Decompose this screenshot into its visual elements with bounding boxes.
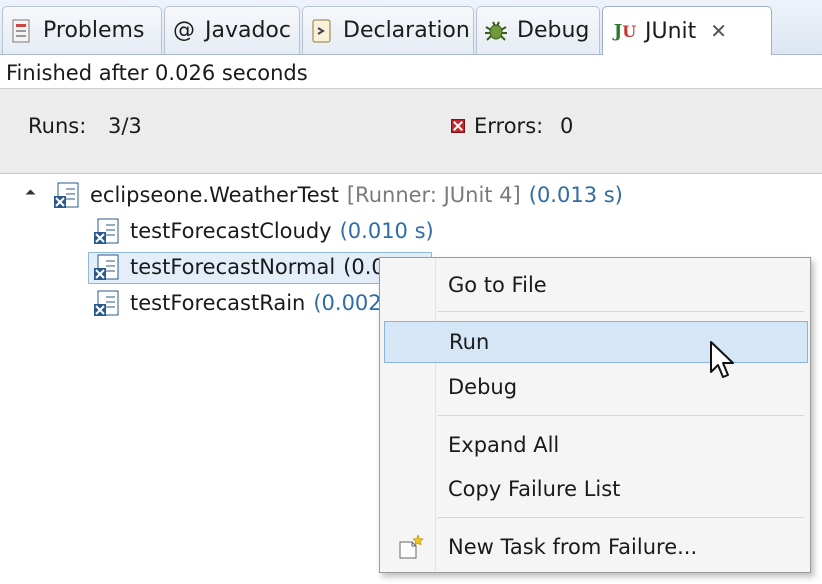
context-menu: Go to File Run Debug Expand All Copy Fai… [379,257,811,573]
tab-debug[interactable]: Debug [476,6,600,54]
tab-label: Declaration [343,18,470,43]
menu-separator [438,517,804,518]
runs-value: 3/3 [108,114,142,138]
declaration-icon [309,17,335,45]
menu-item-copy-failure-list[interactable]: Copy Failure List [380,468,810,510]
tab-junit[interactable]: JU JUnit ✕ [602,6,772,55]
errors-label: Errors: [474,114,544,138]
bug-icon [483,17,509,45]
tab-label: Debug [517,18,590,43]
counter-panel: Runs: 3/3 Errors: 0 [0,88,822,174]
menu-item-new-task-from-failure[interactable]: New Task from Failure... [380,526,810,568]
menu-separator [438,415,804,416]
error-icon [451,119,465,133]
test-time: (0.002 [313,291,382,315]
menu-item-label: Expand All [448,433,560,457]
menu-item-run[interactable]: Run [384,321,808,363]
tab-label: Javadoc [205,18,291,43]
menu-item-debug[interactable]: Debug [380,366,810,408]
runner-label: [Runner: JUnit 4] [346,183,521,207]
menu-item-label: Copy Failure List [448,477,621,501]
mouse-pointer-icon [708,340,738,386]
tab-label: Problems [43,18,145,43]
test-name: testForecastNormal [130,255,336,279]
suite-time: (0.013 s) [528,183,623,207]
menu-item-expand-all[interactable]: Expand All [380,424,810,466]
tree-test-node-selected[interactable]: testForecastNormal (0.0 [92,252,385,282]
tree-test-node[interactable]: testForecastRain (0.002 [92,288,382,318]
menu-item-label: New Task from Failure... [448,535,698,559]
test-suite-icon [54,182,79,208]
test-icon [94,290,119,316]
errors-value: 0 [560,114,574,138]
tab-javadoc[interactable]: @ Javadoc [164,6,300,54]
test-name: testForecastRain [130,291,306,315]
runs-label: Runs: [28,114,87,138]
menu-separator [438,311,804,312]
tab-declaration[interactable]: Declaration [302,6,474,54]
test-time: (0.010 s) [339,219,434,243]
junit-icon: JU [613,20,637,42]
menu-item-label: Go to File [448,273,547,297]
tab-label: JUnit [645,18,697,44]
test-icon [94,218,119,244]
menu-item-go-to-file[interactable]: Go to File [380,264,810,306]
new-task-icon [396,533,424,566]
suite-name: eclipseone.WeatherTest [90,183,339,207]
at-icon: @ [173,18,195,43]
tree-root-node[interactable]: eclipseone.WeatherTest [Runner: JUnit 4]… [52,180,623,210]
menu-item-label: Run [449,330,490,354]
test-name: testForecastCloudy [130,219,332,243]
menu-item-label: Debug [448,375,518,399]
test-icon [94,254,119,280]
tree-test-node[interactable]: testForecastCloudy (0.010 s) [92,216,434,246]
tab-problems[interactable]: Problems [2,6,162,54]
status-message: Finished after 0.026 seconds [6,61,308,85]
problems-icon [9,17,35,45]
collapse-arrow-icon[interactable] [25,189,36,200]
close-icon[interactable]: ✕ [710,19,727,43]
view-tab-bar: Problems @ Javadoc Declaration Debug J U… [0,0,822,55]
